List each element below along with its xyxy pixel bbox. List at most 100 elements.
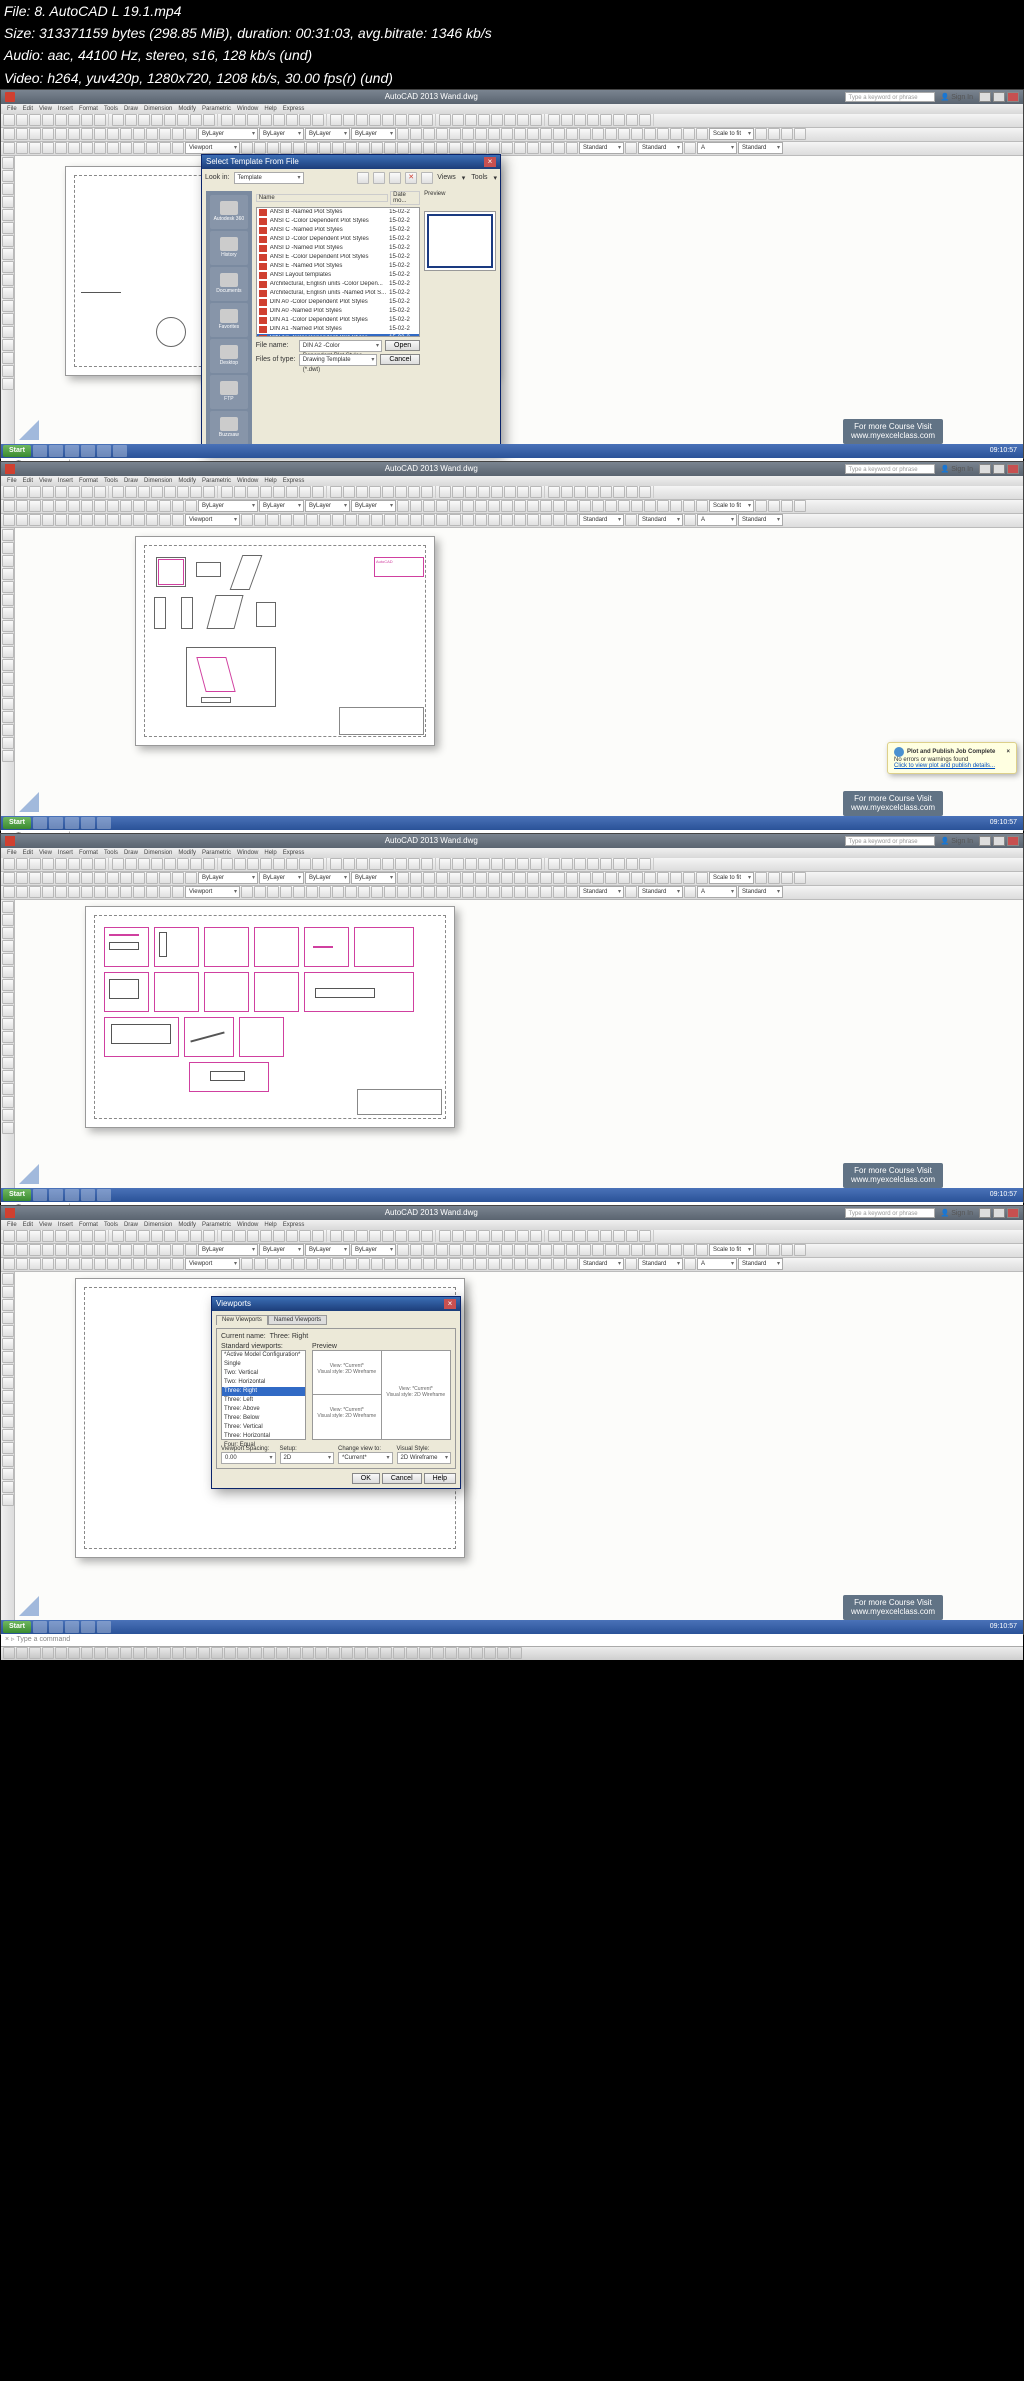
toolbar-button[interactable]: [631, 128, 643, 140]
toolbar-button[interactable]: [3, 858, 15, 870]
toolbar-button[interactable]: [29, 114, 41, 126]
toolbar-button[interactable]: [107, 500, 119, 512]
toolbar-button[interactable]: [332, 886, 344, 898]
toolbar-button[interactable]: [449, 500, 461, 512]
toolbar-button[interactable]: [462, 1258, 474, 1270]
toolbar-button[interactable]: [527, 1258, 539, 1270]
toolbar-button[interactable]: [286, 486, 298, 498]
taskbar-item[interactable]: [113, 445, 127, 457]
side-tool-button[interactable]: [2, 581, 14, 593]
toolbar-button[interactable]: [683, 128, 695, 140]
file-row[interactable]: ANSI D -Named Plot Styles15-02-2: [257, 244, 419, 253]
toolbar-button[interactable]: [397, 1244, 409, 1256]
toolbar-button[interactable]: [319, 514, 331, 526]
toolbar-button[interactable]: [618, 128, 630, 140]
file-row[interactable]: DIN A1 -Color Dependent Plot Styles15-02…: [257, 316, 419, 325]
toolbar-button[interactable]: [670, 128, 682, 140]
toolbar-button[interactable]: [527, 500, 539, 512]
side-tool-button[interactable]: [2, 170, 14, 182]
side-tool-button[interactable]: [2, 750, 14, 762]
toolbar-button[interactable]: [190, 1230, 202, 1242]
toolbar-button[interactable]: [382, 114, 394, 126]
toolbar-button[interactable]: [449, 514, 461, 526]
toolbar-button[interactable]: [120, 1258, 132, 1270]
balloon-close-icon[interactable]: ×: [1006, 749, 1010, 755]
toolbar-button[interactable]: [501, 500, 513, 512]
side-tool-button[interactable]: [2, 287, 14, 299]
toolbar-button[interactable]: [260, 1230, 272, 1242]
places-favorites[interactable]: Favorites: [210, 303, 248, 337]
toolbar-button[interactable]: [548, 1230, 560, 1242]
toolbar-button[interactable]: [639, 1230, 651, 1242]
toolbar-button[interactable]: [449, 886, 461, 898]
maximize-button[interactable]: [993, 464, 1005, 474]
scale-combo[interactable]: Scale to fit: [709, 872, 754, 884]
toolbar-button[interactable]: [42, 872, 54, 884]
standard-combo[interactable]: Standard: [579, 142, 624, 154]
toolbar-button[interactable]: [488, 514, 500, 526]
toolbar-button[interactable]: [553, 514, 565, 526]
side-tool-button[interactable]: [2, 620, 14, 632]
menu-insert[interactable]: Insert: [58, 850, 73, 856]
layer-combo[interactable]: ByLayer: [305, 1244, 350, 1256]
vp-list-item[interactable]: Single: [222, 1360, 305, 1369]
toolbar-button[interactable]: [107, 1258, 119, 1270]
toolbar-button[interactable]: [247, 486, 259, 498]
toolbar-button[interactable]: [267, 142, 279, 154]
toolbar-button[interactable]: [397, 514, 409, 526]
toolbar-button[interactable]: [133, 1244, 145, 1256]
side-tool-button[interactable]: [2, 646, 14, 658]
toolbar-button[interactable]: [68, 142, 80, 154]
status-button[interactable]: [445, 1647, 457, 1659]
side-tool-button[interactable]: [2, 1109, 14, 1121]
toolbar-button[interactable]: [16, 872, 28, 884]
toolbar-button[interactable]: [125, 114, 137, 126]
toolbar-button[interactable]: [185, 872, 197, 884]
side-tool-button[interactable]: [2, 953, 14, 965]
toolbar-button[interactable]: [94, 128, 106, 140]
toolbar-button[interactable]: [587, 486, 599, 498]
standard-combo[interactable]: Standard: [638, 1258, 683, 1270]
scale-combo[interactable]: Scale to fit: [709, 128, 754, 140]
toolbar-button[interactable]: [439, 1230, 451, 1242]
toolbar-button[interactable]: [260, 858, 272, 870]
viewport-combo[interactable]: Viewport: [185, 514, 240, 526]
toolbar-button[interactable]: [16, 114, 28, 126]
toolbar-button[interactable]: [299, 858, 311, 870]
standard-combo[interactable]: Standard: [638, 886, 683, 898]
side-tool-button[interactable]: [2, 672, 14, 684]
status-button[interactable]: [341, 1647, 353, 1659]
toolbar-button[interactable]: [626, 1230, 638, 1242]
toolbar-button[interactable]: [475, 500, 487, 512]
toolbar-button[interactable]: [696, 128, 708, 140]
toolbar-button[interactable]: [133, 514, 145, 526]
toolbar-button[interactable]: [475, 514, 487, 526]
toolbar-button[interactable]: [29, 486, 41, 498]
toolbar-button[interactable]: [3, 128, 15, 140]
toolbar-button[interactable]: [548, 858, 560, 870]
toolbar-button[interactable]: [475, 1258, 487, 1270]
toolbar-button[interactable]: [286, 858, 298, 870]
toolbar-button[interactable]: [55, 1258, 67, 1270]
toolbar-button[interactable]: [423, 1258, 435, 1270]
status-button[interactable]: [315, 1647, 327, 1659]
menu-dimension[interactable]: Dimension: [144, 478, 172, 484]
side-tool-button[interactable]: [2, 659, 14, 671]
filetype-combo[interactable]: Drawing Template (*.dwt): [299, 354, 378, 366]
toolbar-button[interactable]: [696, 872, 708, 884]
toolbar-button[interactable]: [540, 514, 552, 526]
toolbar-button[interactable]: [452, 114, 464, 126]
toolbar-button[interactable]: [408, 486, 420, 498]
menu-edit[interactable]: Edit: [23, 850, 33, 856]
toolbar-button[interactable]: [358, 886, 370, 898]
side-tool-button[interactable]: [2, 248, 14, 260]
standard-combo[interactable]: Standard: [579, 1258, 624, 1270]
dialog-close-button[interactable]: ×: [484, 157, 496, 167]
scale-combo[interactable]: Scale to fit: [709, 1244, 754, 1256]
up-button[interactable]: [373, 172, 385, 184]
toolbar-button[interactable]: [587, 1230, 599, 1242]
toolbar-button[interactable]: [504, 114, 516, 126]
side-tool-button[interactable]: [2, 1044, 14, 1056]
ok-button[interactable]: OK: [352, 1473, 380, 1484]
toolbar-button[interactable]: [241, 1258, 253, 1270]
